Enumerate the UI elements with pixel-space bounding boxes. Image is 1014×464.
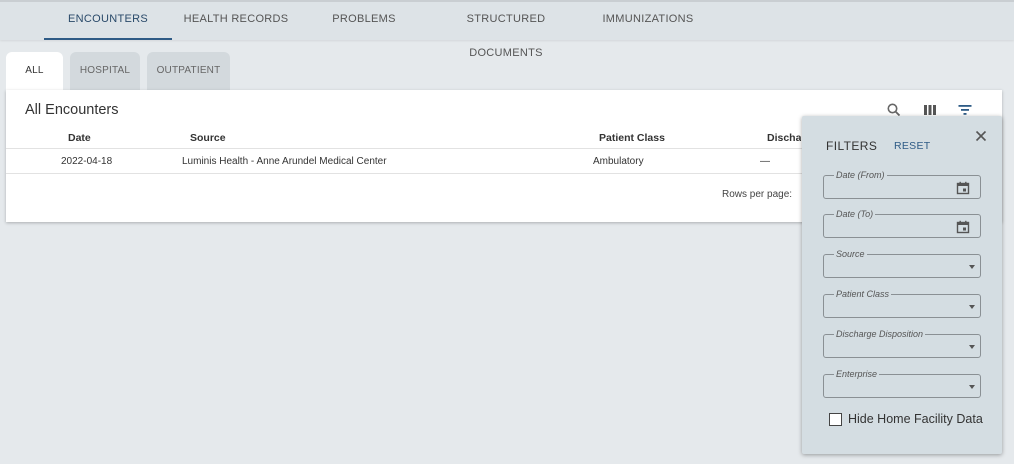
rows-per-page-label: Rows per page: xyxy=(722,189,793,200)
dropdown-caret-icon xyxy=(969,345,975,349)
dropdown-caret-icon xyxy=(969,305,975,309)
card-title: All Encounters xyxy=(25,102,119,118)
column-header-patient-class[interactable]: Patient Class xyxy=(599,132,665,144)
calendar-icon[interactable] xyxy=(956,181,970,195)
source-select[interactable]: Source xyxy=(823,248,981,278)
top-nav: ENCOUNTERS HEALTH RECORDS PROBLEMS STRUC… xyxy=(0,0,1014,59)
tab-health-records[interactable]: HEALTH RECORDS xyxy=(178,2,294,40)
subtab-hospital[interactable]: HOSPITAL xyxy=(70,52,140,90)
reset-button[interactable]: RESET xyxy=(894,140,931,152)
close-icon[interactable] xyxy=(974,129,988,143)
patient-class-label: Patient Class xyxy=(834,288,892,300)
hide-home-facility-label: Hide Home Facility Data xyxy=(848,412,983,426)
cell-discharge: — xyxy=(760,156,770,167)
filters-panel: FILTERS RESET Date (From) Date (To) Sour… xyxy=(802,116,1002,454)
calendar-icon[interactable] xyxy=(956,220,970,234)
date-from-label: Date (From) xyxy=(834,169,887,181)
filters-title: FILTERS xyxy=(826,139,878,153)
cell-source: Luminis Health - Anne Arundel Medical Ce… xyxy=(182,156,387,167)
enterprise-label: Enterprise xyxy=(834,368,880,380)
cell-patient-class: Ambulatory xyxy=(593,156,644,167)
cell-date: 2022-04-18 xyxy=(61,156,113,167)
enterprise-select[interactable]: Enterprise xyxy=(823,368,981,398)
tab-encounters[interactable]: ENCOUNTERS xyxy=(44,2,172,40)
dropdown-caret-icon xyxy=(969,265,975,269)
date-to-field[interactable]: Date (To) xyxy=(823,208,981,238)
column-header-source[interactable]: Source xyxy=(190,132,226,144)
date-to-label: Date (To) xyxy=(834,208,876,220)
subtab-outpatient[interactable]: OUTPATIENT xyxy=(147,52,230,90)
date-from-field[interactable]: Date (From) xyxy=(823,169,981,199)
source-label: Source xyxy=(834,248,867,260)
discharge-disposition-label: Discharge Disposition xyxy=(834,328,926,340)
tab-structured-documents[interactable]: STRUCTURED DOCUMENTS xyxy=(430,2,582,59)
subtab-all[interactable]: ALL xyxy=(6,52,63,92)
hide-home-facility-checkbox[interactable] xyxy=(829,413,842,426)
column-header-discharge[interactable]: Discharge Disposition xyxy=(767,132,801,144)
tab-immunizations[interactable]: IMMUNIZATIONS xyxy=(600,2,696,40)
dropdown-caret-icon xyxy=(969,385,975,389)
tab-problems[interactable]: PROBLEMS xyxy=(324,2,404,40)
discharge-disposition-select[interactable]: Discharge Disposition xyxy=(823,328,981,358)
column-header-date[interactable]: Date xyxy=(68,132,91,144)
patient-class-select[interactable]: Patient Class xyxy=(823,288,981,318)
